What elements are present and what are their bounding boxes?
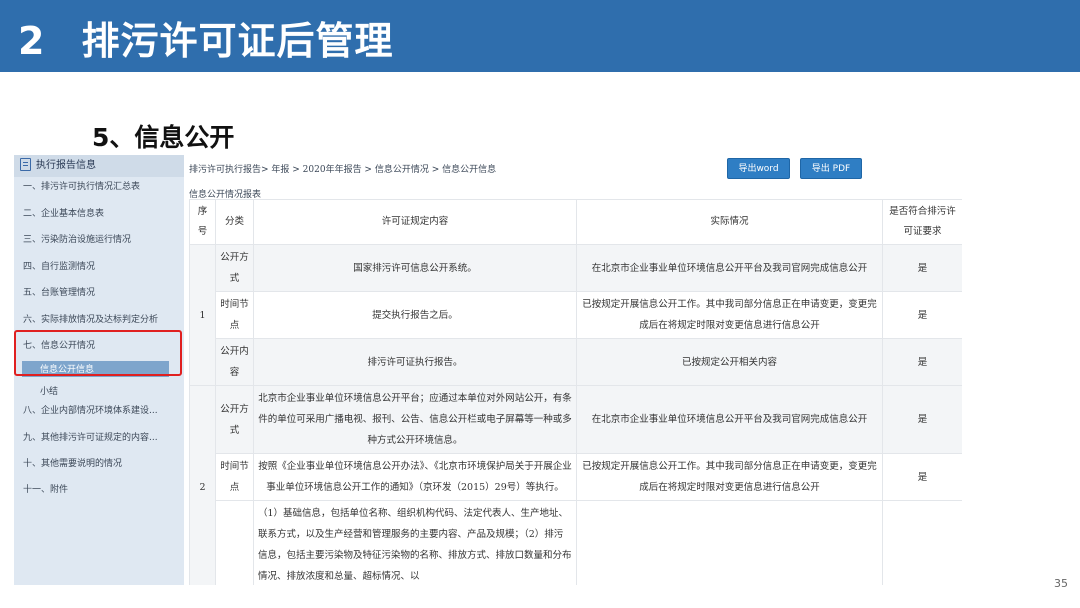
- header-compliant: 是否符合排污许可证要求: [882, 199, 962, 245]
- info-disclosure-table: 序号 分类 许可证规定内容 实际情况 是否符合排污许可证要求 1 公开方式 国家…: [189, 199, 962, 585]
- compliant-cell: 是: [882, 453, 962, 501]
- document-icon: [20, 158, 31, 171]
- sidebar-item-other-notes[interactable]: 十、其他需要说明的情况: [23, 457, 122, 471]
- table-row: 2 公开方式 北京市企业事业单位环境信息公开平台；应通过本单位对外网站公开，有条…: [189, 385, 962, 585]
- required-cell: 提交执行报告之后。: [253, 291, 577, 339]
- header-seq: 序号: [189, 199, 216, 245]
- category-cell: 公开内容: [215, 338, 254, 386]
- sidebar-item-ledger[interactable]: 五、台账管理情况: [23, 286, 95, 300]
- required-cell: 国家排污许可信息公开系统。: [253, 244, 577, 292]
- compliant-cell: [882, 500, 962, 585]
- actual-cell: 在北京市企业事业单位环境信息公开平台及我司官网完成信息公开: [576, 385, 883, 454]
- compliant-cell: 是: [882, 338, 962, 386]
- actual-cell: 已按规定公开相关内容: [576, 338, 883, 386]
- sidebar-item-attachments[interactable]: 十一、附件: [23, 483, 68, 497]
- sidebar-item-other-permit[interactable]: 九、其他排污许可证规定的内容...: [23, 431, 158, 445]
- actual-cell: 在北京市企业事业单位环境信息公开平台及我司官网完成信息公开: [576, 244, 883, 292]
- compliant-cell: 是: [882, 385, 962, 454]
- table-header-row: 序号 分类 许可证规定内容 实际情况 是否符合排污许可证要求: [189, 199, 962, 245]
- slide-title: 2 排污许可证后管理: [18, 10, 393, 65]
- table-row: 1 公开方式 国家排污许可信息公开系统。 在北京市企业事业单位环境信息公开平台及…: [189, 244, 962, 386]
- table-row: 公开内容 排污许可证执行报告。 已按规定公开相关内容 是: [190, 338, 962, 386]
- table-row: （1）基础信息，包括单位名称、组织机构代码、法定代表人、生产地址、联系方式，以及…: [190, 500, 962, 585]
- actual-cell: 已按规定开展信息公开工作。其中我司部分信息正在申请变更，变更完成后在将规定时限对…: [576, 453, 883, 501]
- table-row: 时间节点 提交执行报告之后。 已按规定开展信息公开工作。其中我司部分信息正在申请…: [190, 291, 962, 339]
- compliant-cell: 是: [882, 244, 962, 292]
- actual-cell: [576, 500, 883, 585]
- export-word-button[interactable]: 导出word: [727, 158, 790, 179]
- page-number: 35: [1054, 577, 1068, 590]
- required-cell: 排污许可证执行报告。: [253, 338, 577, 386]
- category-cell: [215, 500, 254, 585]
- sidebar-item-pollution-control[interactable]: 三、污染防治设施运行情况: [23, 233, 131, 247]
- category-cell: 公开方式: [215, 385, 254, 454]
- required-cell: （1）基础信息，包括单位名称、组织机构代码、法定代表人、生产地址、联系方式，以及…: [253, 500, 577, 585]
- seq-cell: 1: [189, 244, 216, 386]
- seq-cell: 2: [189, 385, 216, 585]
- compliant-cell: 是: [882, 291, 962, 339]
- category-cell: 公开方式: [215, 244, 254, 292]
- export-pdf-button[interactable]: 导出 PDF: [800, 158, 862, 179]
- header-actual: 实际情况: [576, 199, 883, 245]
- section-title: 5、信息公开: [92, 123, 235, 152]
- category-cell: 时间节点: [215, 291, 254, 339]
- category-cell: 时间节点: [215, 453, 254, 501]
- sidebar-header[interactable]: 执行报告信息: [14, 155, 184, 177]
- slide-title-text: 排污许可证后管理: [81, 19, 394, 63]
- report-screenshot: 执行报告信息 一、排污许可执行情况汇总表 二、企业基本信息表 三、污染防治设施运…: [14, 155, 962, 585]
- breadcrumb: 排污许可执行报告> 年报 > 2020年年报告 > 信息公开情况 > 信息公开信…: [189, 165, 497, 175]
- sidebar-item-emissions[interactable]: 六、实际排放情况及达标判定分析: [23, 313, 158, 327]
- header-category: 分类: [215, 199, 254, 245]
- required-cell: 按照《企业事业单位环境信息公开办法》、《北京市环境保护局关于开展企业事业单位环境…: [253, 453, 577, 501]
- required-cell: 北京市企业事业单位环境信息公开平台；应通过本单位对外网站公开，有条件的单位可采用…: [253, 385, 577, 454]
- sidebar-item-basic-info[interactable]: 二、企业基本信息表: [23, 207, 104, 221]
- header-required: 许可证规定内容: [253, 199, 577, 245]
- sidebar-item-self-monitoring[interactable]: 四、自行监测情况: [23, 260, 95, 274]
- slide-number: 2: [18, 19, 46, 63]
- sidebar-header-label: 执行报告信息: [36, 160, 96, 171]
- sidebar-subitem-summary[interactable]: 小结: [40, 384, 58, 397]
- table-row: 时间节点 按照《企业事业单位环境信息公开办法》、《北京市环境保护局关于开展企业事…: [190, 453, 962, 501]
- highlight-box: [14, 330, 182, 376]
- actual-cell: 已按规定开展信息公开工作。其中我司部分信息正在申请变更，变更完成后在将规定时限对…: [576, 291, 883, 339]
- sidebar-item-internal-env[interactable]: 八、企业内部情况环境体系建设...: [23, 404, 158, 418]
- sidebar-item-summary[interactable]: 一、排污许可执行情况汇总表: [23, 180, 140, 194]
